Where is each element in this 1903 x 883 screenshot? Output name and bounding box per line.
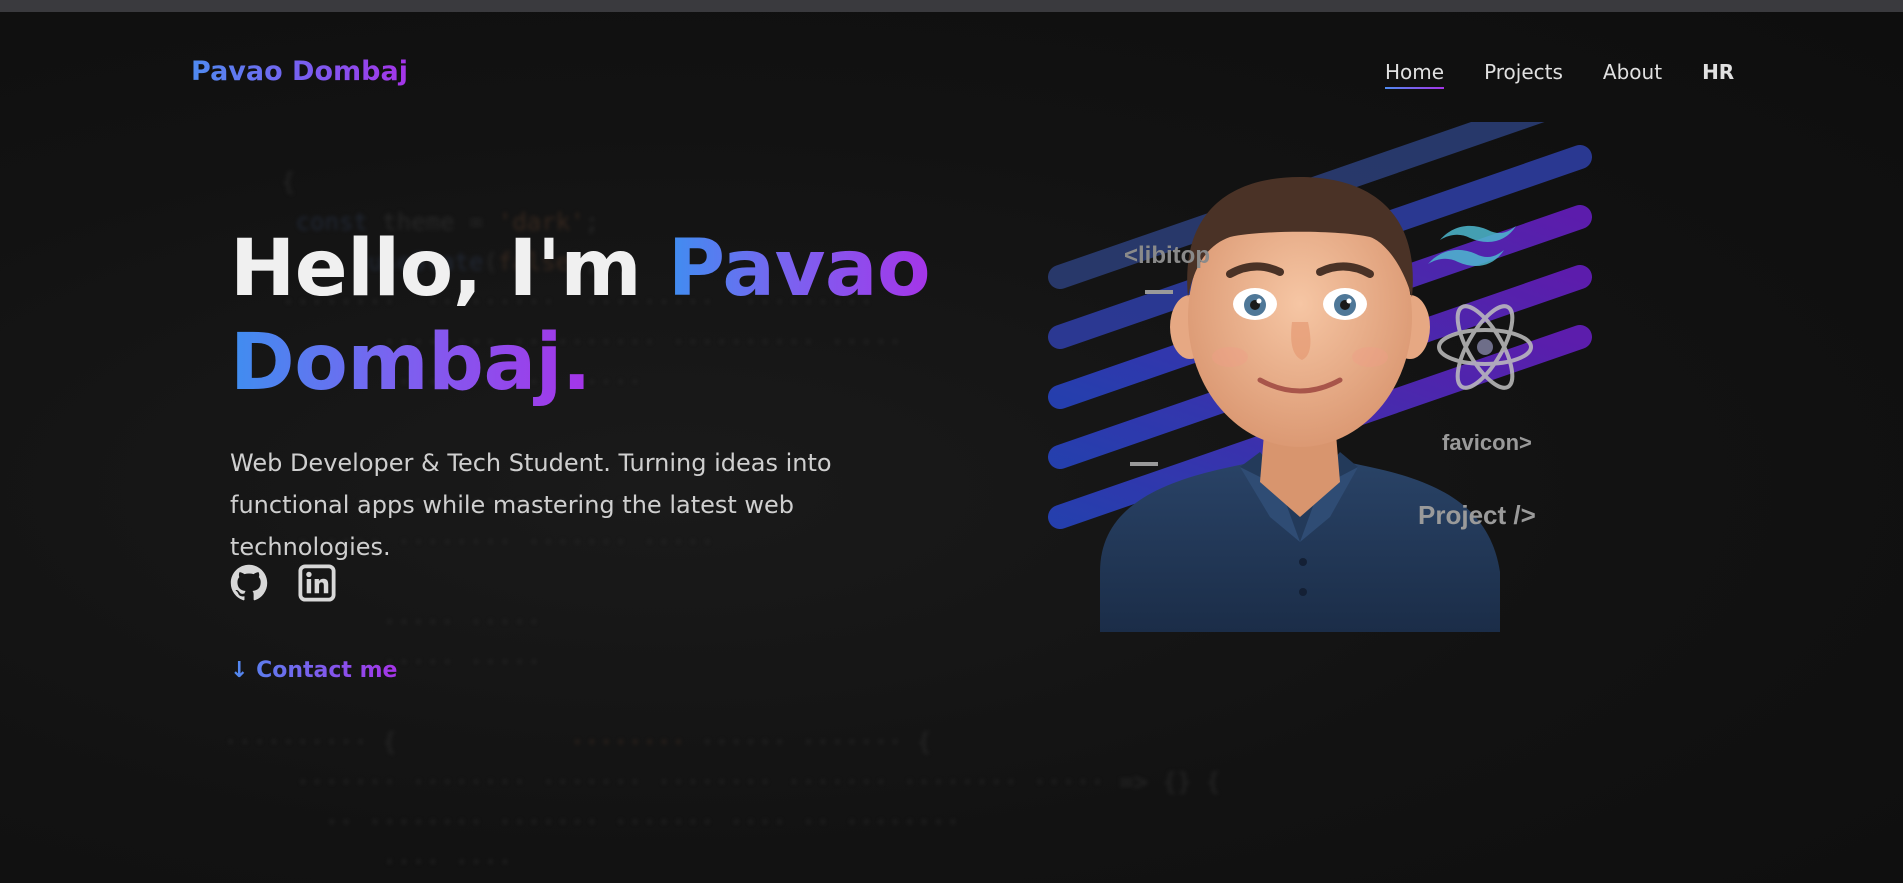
main-nav: Home Projects About HR [1385, 60, 1734, 89]
social-links [230, 564, 336, 602]
page: { const theme = 'dark'; useState(false);… [0, 12, 1903, 883]
hero-illustration: <libitop favicon> Project /> [1040, 85, 1600, 662]
nav-projects[interactable]: Projects [1484, 60, 1563, 84]
first-name: Pavao [667, 224, 931, 314]
avatar-illustration [1048, 85, 1592, 632]
last-name: Dombaj. [230, 318, 591, 408]
greeting-text: Hello, I'm [230, 224, 668, 314]
project-tag: Project /> [1418, 500, 1536, 530]
language-switch[interactable]: HR [1702, 60, 1734, 84]
nav-about[interactable]: About [1603, 60, 1662, 84]
nav-home[interactable]: Home [1385, 60, 1445, 89]
libitop-tag: <libitop [1124, 242, 1210, 269]
favicon-tag: favicon> [1442, 430, 1532, 455]
brand-logo[interactable]: Pavao Dombaj [191, 56, 408, 87]
browser-top-strip [0, 0, 1903, 12]
contact-me-link[interactable]: ↓ Contact me [230, 658, 397, 683]
hero-description: Web Developer & Tech Student. Turning id… [230, 449, 832, 561]
github-icon[interactable] [230, 564, 268, 602]
linkedin-icon[interactable] [298, 564, 336, 602]
hero-headline: Hello, I'm Pavao Dombaj. [230, 222, 990, 410]
